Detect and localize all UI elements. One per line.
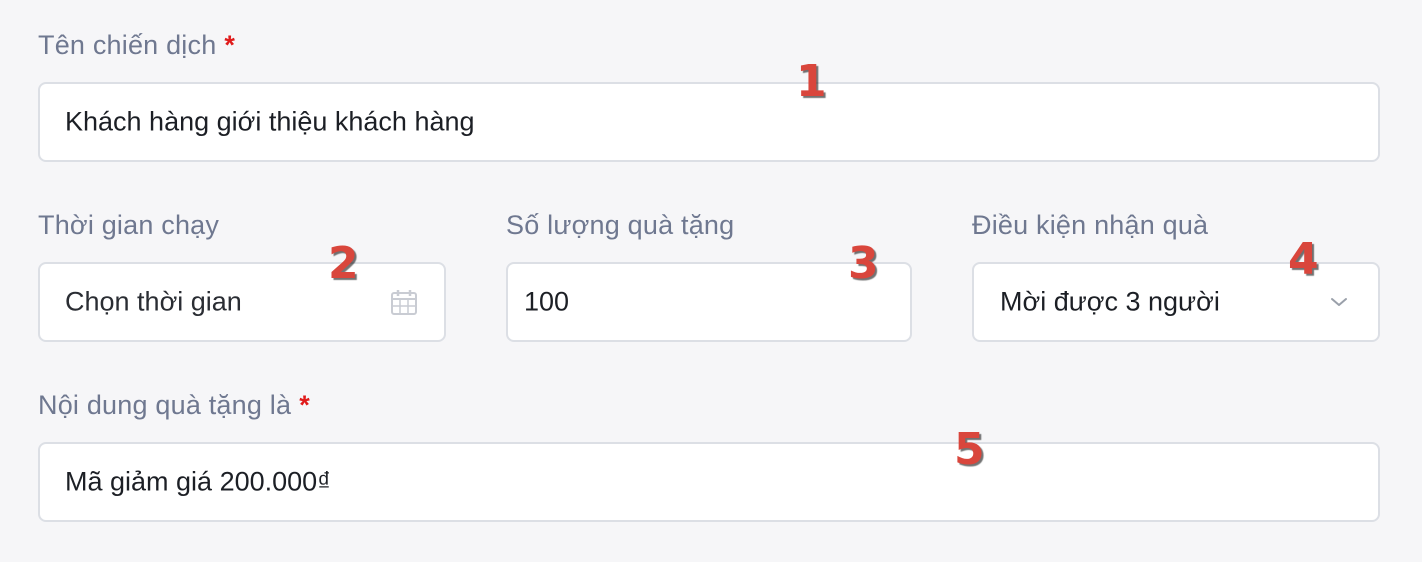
annotation-marker-1: 1 [796, 56, 827, 107]
campaign-name-value: Khách hàng giới thiệu khách hàng [65, 106, 475, 137]
campaign-name-field[interactable]: Khách hàng giới thiệu khách hàng [38, 82, 1380, 162]
campaign-name-label: Tên chiến dịch * [38, 30, 236, 60]
chevron-down-icon[interactable] [1330, 296, 1348, 308]
calendar-icon[interactable] [390, 288, 418, 316]
gift-content-label: Nội dung quà tặng là * [38, 390, 310, 420]
run-time-label: Thời gian chạy [38, 210, 220, 240]
gift-condition-label: Điều kiện nhận quà [972, 210, 1209, 240]
annotation-marker-4: 4 [1288, 234, 1319, 285]
required-asterisk: * [224, 30, 236, 60]
gift-quantity-value: 100 [524, 286, 570, 317]
annotation-marker-3: 3 [848, 238, 879, 289]
required-asterisk: * [299, 390, 310, 420]
gift-content-value: Mã giảm giá 200.000₫ [65, 466, 332, 497]
annotation-marker-2: 2 [328, 238, 359, 289]
run-time-picker[interactable]: Chọn thời gian [38, 262, 446, 342]
gift-content-field[interactable]: Mã giảm giá 200.000₫ [38, 442, 1380, 522]
annotation-marker-5: 5 [954, 424, 985, 475]
gift-quantity-label: Số lượng quà tặng [506, 210, 735, 240]
run-time-placeholder: Chọn thời gian [65, 286, 242, 317]
gift-condition-selected: Mời được 3 người [1000, 286, 1220, 317]
